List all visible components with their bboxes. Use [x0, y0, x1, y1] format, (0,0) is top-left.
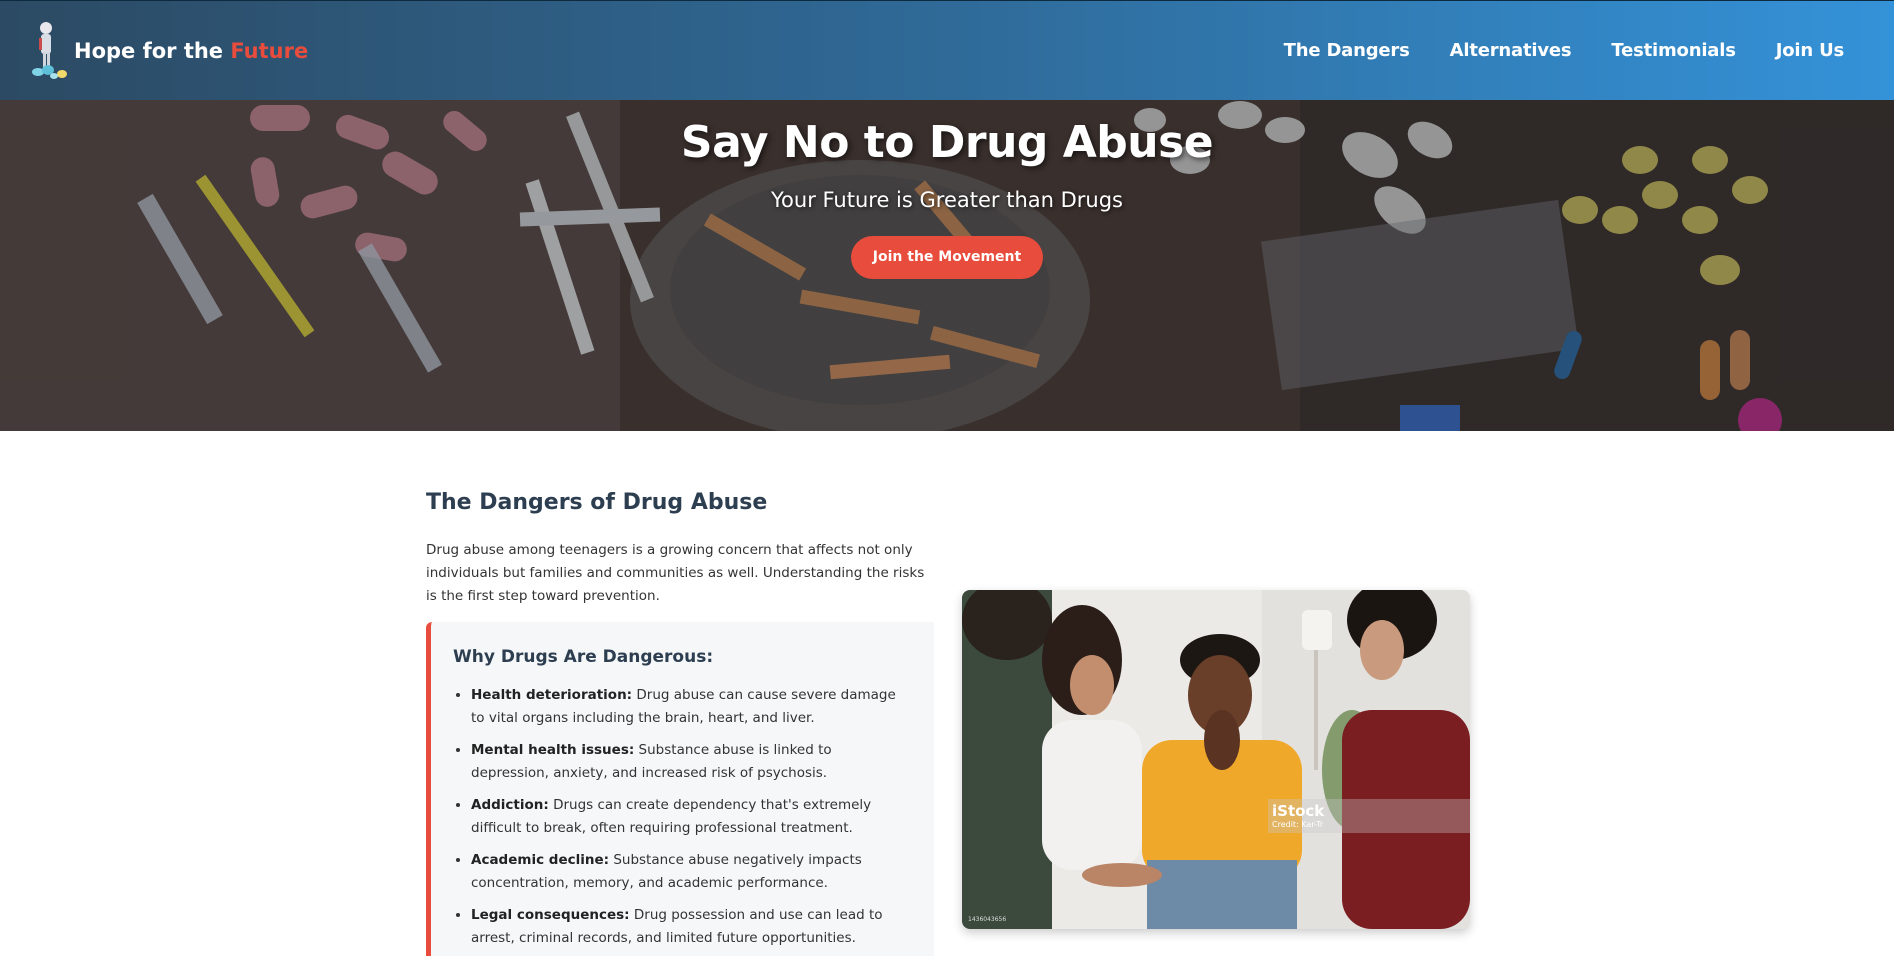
- brand-main: Hope for the: [74, 38, 231, 63]
- list-item: Mental health issues: Substance abuse is…: [471, 739, 912, 785]
- hero-content: Say No to Drug Abuse Your Future is Grea…: [0, 100, 1894, 279]
- brand-name: Hope for the Future: [74, 39, 308, 63]
- dangers-section-title: The Dangers of Drug Abuse: [426, 490, 768, 515]
- istock-watermark: iStock: [1272, 802, 1325, 820]
- support-group-image: [962, 590, 1470, 929]
- main-nav: The Dangers Alternatives Testimonials Jo…: [1284, 40, 1845, 61]
- list-item: Addiction: Drugs can create dependency t…: [471, 794, 912, 840]
- list-item: Academic decline: Substance abuse negati…: [471, 849, 912, 895]
- item-term: Health deterioration:: [471, 687, 633, 703]
- join-movement-button[interactable]: Join the Movement: [850, 236, 1044, 279]
- stock-id: 1436043656: [968, 916, 1007, 923]
- brand-logo[interactable]: Hope for the Future: [26, 20, 308, 82]
- site-header: Hope for the Future The Dangers Alternat…: [0, 0, 1894, 100]
- why-dangerous-box: Why Drugs Are Dangerous: Health deterior…: [426, 622, 934, 956]
- item-term: Legal consequences:: [471, 907, 630, 923]
- support-group-photo: iStock Credit: Kar-Tr 1436043656: [962, 590, 1470, 929]
- nav-testimonials[interactable]: Testimonials: [1611, 40, 1736, 61]
- item-term: Academic decline:: [471, 852, 610, 868]
- why-dangerous-title: Why Drugs Are Dangerous:: [453, 647, 714, 667]
- list-item: Health deterioration: Drug abuse can cau…: [471, 684, 912, 730]
- nav-alternatives[interactable]: Alternatives: [1450, 40, 1572, 61]
- item-term: Addiction:: [471, 797, 549, 813]
- nav-the-dangers[interactable]: The Dangers: [1284, 40, 1410, 61]
- dangers-intro: Drug abuse among teenagers is a growing …: [426, 542, 925, 604]
- item-term: Mental health issues:: [471, 742, 635, 758]
- photo-credit: Credit: Kar-Tr: [1272, 820, 1324, 829]
- danger-list: Health deterioration: Drug abuse can cau…: [453, 684, 912, 950]
- brand-accent: Future: [230, 38, 309, 63]
- hero-title: Say No to Drug Abuse: [680, 117, 1214, 168]
- list-item: Legal consequences: Drug possession and …: [471, 904, 912, 950]
- hero-banner: Say No to Drug Abuse Your Future is Grea…: [0, 100, 1894, 431]
- person-with-pills-logo-icon: [32, 21, 67, 79]
- nav-join-us[interactable]: Join Us: [1776, 40, 1844, 61]
- hero-subtitle: Your Future is Greater than Drugs: [771, 188, 1123, 212]
